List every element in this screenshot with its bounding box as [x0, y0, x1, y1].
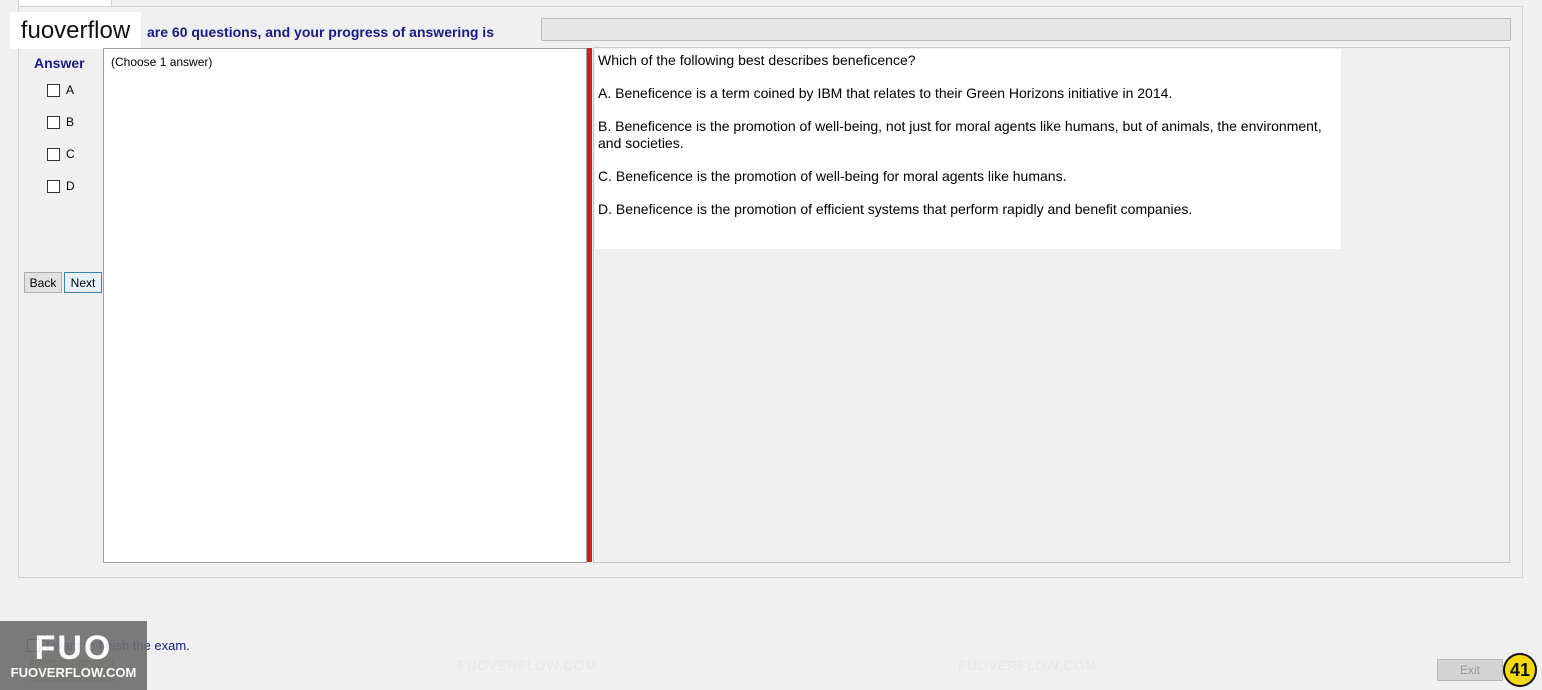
checkbox[interactable]	[47, 115, 60, 129]
question-text: Which of the following best describes be…	[598, 52, 916, 68]
brand-label: fuoverflow	[10, 12, 141, 49]
answer-option-label: B	[66, 115, 75, 129]
next-button[interactable]: Next	[64, 272, 102, 293]
answer-option-label: D	[66, 179, 75, 193]
choose-instruction: (Choose 1 answer)	[111, 55, 213, 69]
answer-option-c[interactable]: C	[47, 147, 75, 161]
answer-title: Answer	[34, 55, 85, 71]
progress-text: are 60 questions, and your progress of a…	[147, 24, 494, 40]
pane-divider[interactable]	[587, 48, 592, 562]
question-option-b: B. Beneficence is the promotion of well-…	[598, 118, 1322, 151]
answer-option-a[interactable]: A	[47, 83, 74, 97]
checkbox[interactable]	[47, 179, 60, 193]
answer-option-label: A	[66, 83, 75, 97]
question-option-d: D. Beneficence is the promotion of effic…	[598, 201, 1193, 217]
page-number-badge: 41	[1503, 653, 1537, 687]
fuo-logo-big: FUO	[34, 629, 113, 667]
checkbox[interactable]	[47, 147, 60, 161]
watermark-text: FUOVERFLOW.COM	[958, 658, 1097, 673]
watermark-text: FUOVERFLOW.COM	[458, 658, 597, 673]
progress-bar	[541, 18, 1511, 41]
checkbox[interactable]	[47, 83, 60, 97]
fuo-logo: FUO FUOVERFLOW.COM	[0, 621, 147, 690]
question-option-a: A. Beneficence is a term coined by IBM t…	[598, 85, 1173, 101]
answer-option-d[interactable]: D	[47, 179, 75, 193]
answer-pane: (Choose 1 answer)	[103, 48, 587, 563]
answer-option-label: C	[66, 147, 75, 161]
exit-button[interactable]: Exit	[1437, 659, 1503, 681]
fuo-logo-small: FUOVERFLOW.COM	[10, 665, 137, 680]
question-option-c: C. Beneficence is the promotion of well-…	[598, 168, 1067, 184]
back-button[interactable]: Back	[24, 272, 62, 293]
answer-option-b[interactable]: B	[47, 115, 74, 129]
question-box: Which of the following best describes be…	[595, 49, 1341, 249]
